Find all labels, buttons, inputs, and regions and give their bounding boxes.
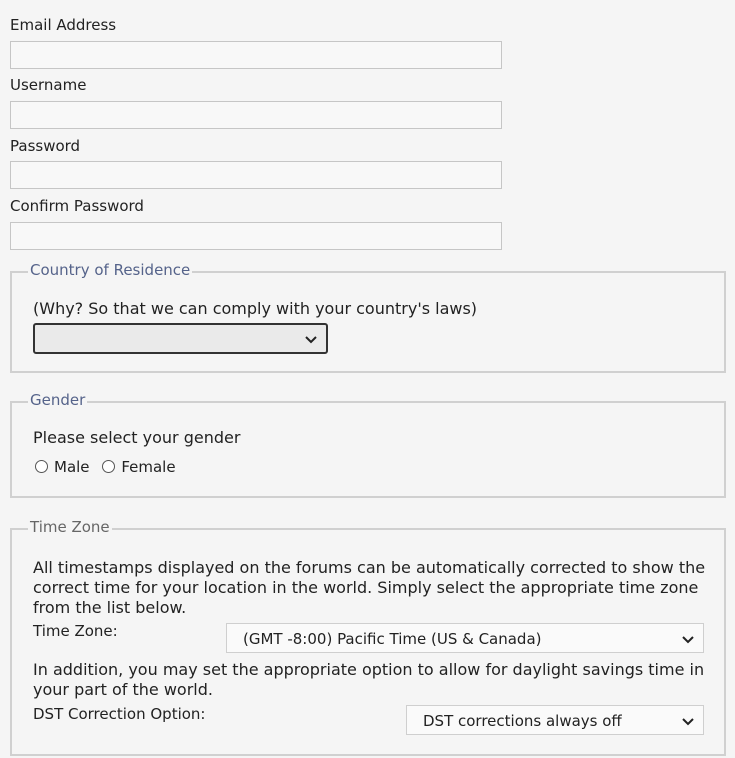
country-note: (Why? So that we can comply with your co… [33,299,478,318]
password-field[interactable] [10,161,502,189]
dst-select[interactable]: DST corrections always off [406,705,704,735]
gender-options: Male Female [35,458,184,476]
timezone-selected-value: (GMT -8:00) Pacific Time (US & Canada) [243,630,542,648]
confirm-password-label: Confirm Password [10,197,144,215]
dst-label: DST Correction Option: [33,705,206,723]
gender-legend: Gender [28,390,88,410]
timezone-description: All timestamps displayed on the forums c… [33,558,706,617]
gender-fieldset: Gender Please select your gender Male Fe… [10,390,726,498]
gender-prompt: Please select your gender [33,428,241,447]
country-select[interactable] [33,323,328,354]
dst-selected-value: DST corrections always off [423,712,622,730]
female-radio[interactable] [102,460,116,473]
email-field[interactable] [10,41,502,69]
dst-description: In addition, you may set the appropriate… [33,660,705,699]
timezone-label: Time Zone: [33,622,118,640]
confirm-password-field[interactable] [10,222,502,250]
password-label: Password [10,137,81,155]
male-label: Male [54,458,90,476]
email-label: Email Address [10,16,117,34]
timezone-select[interactable]: (GMT -8:00) Pacific Time (US & Canada) [226,623,704,653]
timezone-legend: Time Zone [28,517,112,537]
username-field[interactable] [10,101,502,129]
chevron-down-icon [682,636,694,644]
username-label: Username [10,76,87,94]
registration-form: Email Address Username Password Confirm … [0,0,735,758]
country-legend: Country of Residence [28,260,193,280]
chevron-down-icon [682,718,694,726]
chevron-down-icon [305,336,317,344]
country-fieldset: Country of Residence (Why? So that we ca… [10,260,726,373]
timezone-fieldset: Time Zone All timestamps displayed on th… [10,517,726,756]
male-radio[interactable] [35,460,48,473]
female-label: Female [121,458,176,476]
